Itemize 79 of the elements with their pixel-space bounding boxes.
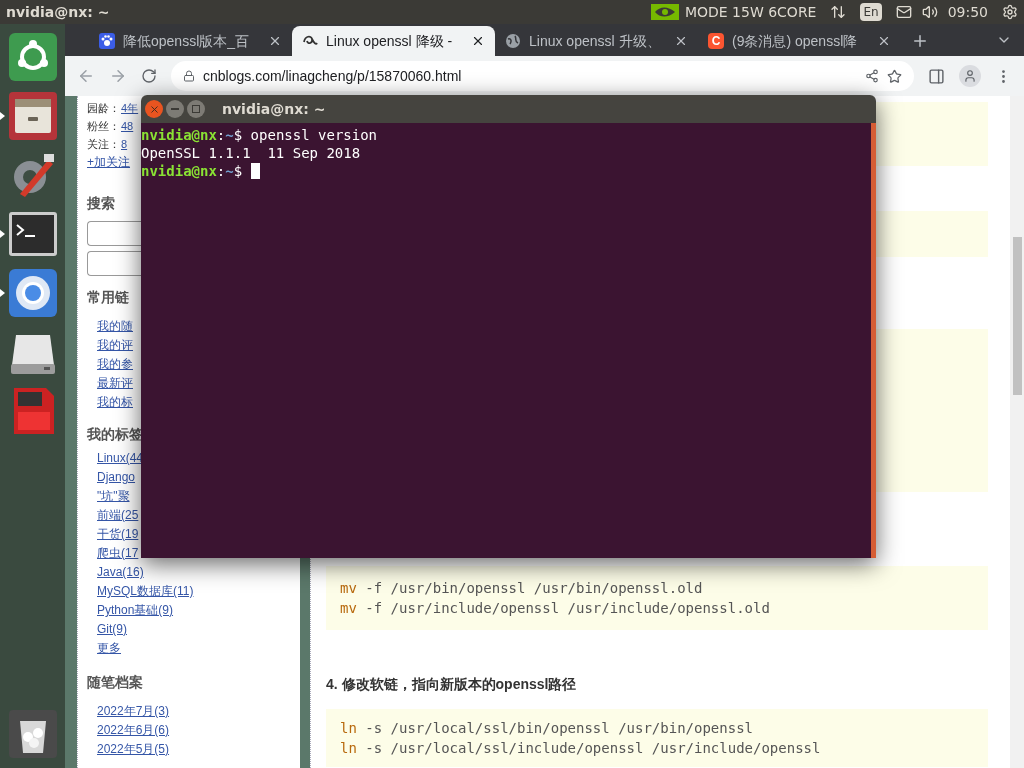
tab-title: Linux openssl 升级、	[529, 31, 662, 51]
url-text: cnblogs.com/linagcheng/p/15870060.html	[203, 66, 463, 86]
close-icon[interactable]	[877, 34, 891, 48]
sidebar-link[interactable]: 我的随	[97, 317, 133, 336]
chromium-icon[interactable]	[7, 267, 58, 318]
close-window-icon[interactable]	[145, 100, 163, 118]
trash-icon[interactable]	[7, 708, 58, 759]
side-panel-icon[interactable]	[928, 67, 945, 85]
follow-link[interactable]: +加关注	[87, 153, 130, 171]
section-heading: 常用链	[87, 288, 129, 307]
code-line: mv -f /usr/bin/openssl /usr/bin/openssl.old	[340, 579, 704, 598]
clock[interactable]: 09:50	[947, 1, 988, 23]
settings-icon[interactable]	[1002, 4, 1018, 20]
bookmark-icon[interactable]	[887, 68, 902, 84]
tag-link[interactable]: Git(9)	[97, 620, 127, 639]
window-title: nvidia@nx: ~	[6, 2, 110, 22]
tag-link[interactable]: "坑"聚	[97, 487, 130, 506]
tag-link[interactable]: 更多	[97, 639, 121, 658]
scrollbar[interactable]	[1010, 96, 1024, 768]
archive-link[interactable]: 2022年6月(6)	[97, 721, 170, 740]
tab-title: (9条消息) openssl降	[732, 31, 859, 51]
site-logo-icon: C	[708, 33, 724, 49]
close-icon[interactable]	[268, 34, 282, 48]
profile-link[interactable]: 8	[121, 135, 128, 153]
tag-link[interactable]: Java(16)	[97, 563, 144, 582]
tag-link[interactable]: 爬虫(17	[97, 544, 139, 563]
sidebar-link[interactable]: 我的标	[97, 393, 133, 412]
ubuntu-logo-icon[interactable]	[7, 31, 58, 82]
tab-title: Linux openssl 降级 -	[326, 31, 454, 51]
sidebar-link[interactable]: 我的评	[97, 336, 133, 355]
minimize-icon[interactable]	[166, 100, 184, 118]
terminal-line: OpenSSL 1.1.1 11 Sep 2018	[141, 144, 362, 162]
sidebar-link[interactable]: 我的参	[97, 355, 133, 374]
tag-link[interactable]: MySQL数据库(11)	[97, 582, 194, 601]
tag-link[interactable]: Django	[97, 468, 136, 487]
reload-icon[interactable]	[141, 68, 157, 84]
code-line: ln -s /usr/local/ssl/include/openssl /usr/include/openssl	[340, 739, 822, 758]
section-heading: 搜索	[87, 194, 115, 213]
volume-icon[interactable]	[921, 4, 938, 20]
lock-icon	[183, 70, 195, 82]
terminal-line: nvidia@nx:~$ openssl version	[141, 126, 379, 144]
code-line: mv -f /usr/include/openssl /usr/include/openssl.old	[340, 599, 771, 618]
share-icon[interactable]	[865, 69, 879, 83]
profile-label: 粉丝：	[87, 119, 120, 134]
mail-icon[interactable]	[895, 4, 912, 20]
address-bar[interactable]: cnblogs.com/linagcheng/p/15870060.html	[171, 61, 914, 91]
close-icon[interactable]	[674, 34, 688, 48]
section-heading: 随笔档案	[87, 673, 143, 692]
globe-icon	[505, 33, 521, 49]
power-mode-label[interactable]: MODE 15W 6CORE	[684, 1, 817, 23]
archive-link[interactable]: 2022年7月(3)	[97, 702, 170, 721]
tag-link[interactable]: 干货(19	[97, 525, 139, 544]
search-field[interactable]	[87, 251, 142, 276]
code-line: ln -s /usr/local/ssl/bin/openssl /usr/bin/openssl	[340, 719, 754, 738]
profile-link[interactable]: 48	[121, 117, 134, 135]
tag-link[interactable]: 前端(25	[97, 506, 139, 525]
profile-avatar[interactable]	[959, 65, 981, 87]
profile-link[interactable]: 4年	[121, 99, 139, 117]
search-field[interactable]	[87, 221, 142, 246]
tag-link[interactable]: Linux(44	[97, 449, 144, 468]
terminal-title: nvidia@nx: ~	[222, 99, 326, 119]
profile-label: 关注：	[87, 137, 120, 152]
new-tab-icon[interactable]	[911, 32, 929, 50]
maximize-icon[interactable]	[187, 100, 205, 118]
paw-icon	[99, 33, 115, 49]
archive-link[interactable]: 2022年5月(5)	[97, 740, 170, 759]
keyboard-layout-indicator[interactable]: En	[860, 3, 882, 21]
step-heading: 4. 修改软链，指向新版本的openssl路径	[326, 675, 578, 694]
section-heading: 我的标签	[87, 425, 143, 444]
sidebar-link[interactable]: 最新评	[97, 374, 133, 393]
browser-tab[interactable]: Linux openssl 降级 -	[292, 26, 495, 56]
close-icon[interactable]	[471, 34, 485, 48]
tag-link[interactable]: Python基础(9)	[97, 601, 174, 620]
eye-logo-icon	[650, 4, 679, 20]
tab-title: 降低openssl版本_百	[123, 31, 251, 51]
terminal-line: nvidia@nx:~$	[141, 162, 871, 180]
network-icon[interactable]	[830, 4, 847, 20]
profile-label: 园龄：	[87, 101, 120, 116]
file-cabinet-icon[interactable]	[7, 90, 58, 141]
